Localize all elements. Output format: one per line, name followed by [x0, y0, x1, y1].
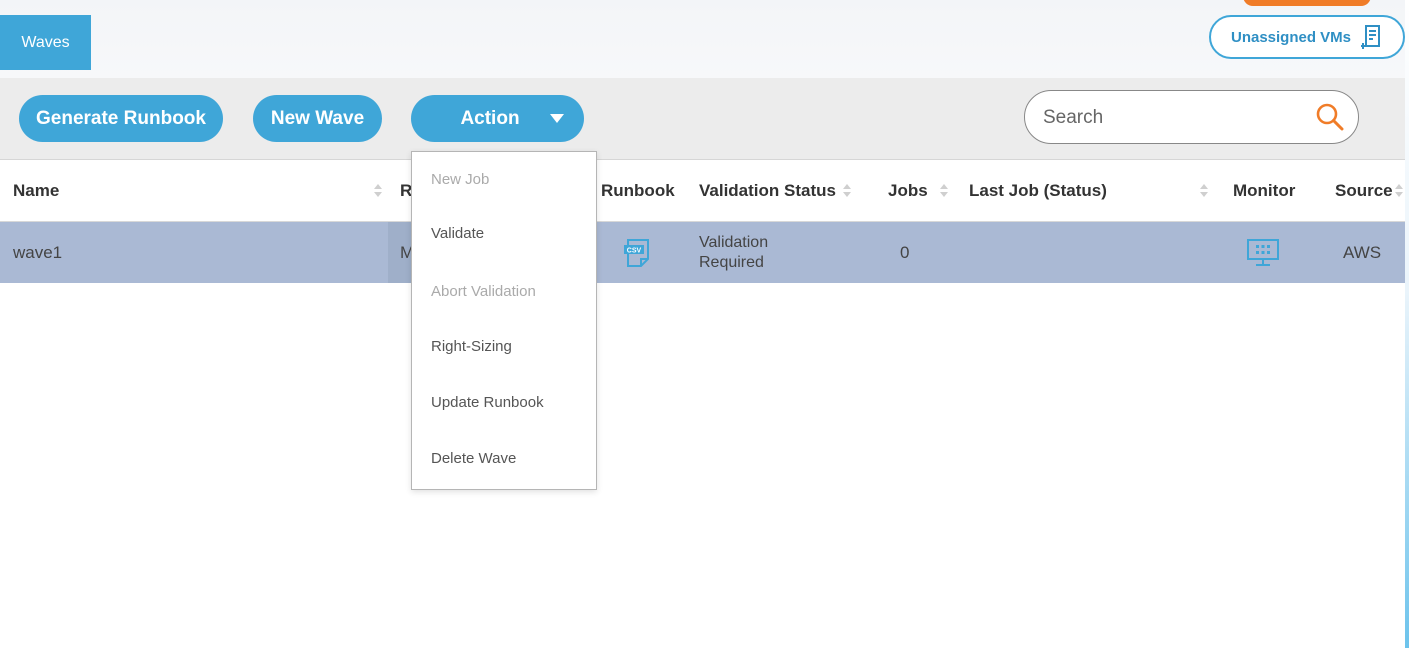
column-header-jobs-label: Jobs [888, 181, 928, 200]
action-dropdown-button[interactable]: Action [411, 95, 584, 142]
cell-monitor [1247, 222, 1279, 283]
validation-status-line1: Validation [699, 233, 769, 251]
new-wave-button[interactable]: New Wave [253, 95, 382, 142]
action-label: Action [460, 107, 520, 129]
column-header-jobs[interactable]: Jobs [888, 160, 928, 222]
column-header-runbook-label: Runbook [601, 181, 675, 200]
cell-validation-status: Validation Required [699, 222, 768, 283]
menu-item-new-job: New Job [431, 171, 490, 188]
top-strip [0, 0, 1409, 78]
column-header-last-job[interactable]: Last Job (Status) [969, 160, 1107, 222]
menu-item-abort-validation: Abort Validation [431, 283, 536, 300]
column-header-runbook[interactable]: Runbook [601, 160, 675, 222]
action-menu: New Job Validate Abort Validation Right-… [411, 151, 597, 490]
validation-status-line2: Required [699, 253, 764, 271]
menu-item-delete-wave[interactable]: Delete Wave [431, 450, 516, 467]
search-icon[interactable] [1315, 102, 1345, 132]
cell-name: wave1 [13, 242, 63, 262]
cell-runbook: CSV [622, 222, 654, 283]
monitor-icon[interactable] [1247, 238, 1279, 267]
tab-waves[interactable]: Waves [0, 15, 91, 70]
generate-runbook-label: Generate Runbook [36, 107, 206, 129]
sort-icon[interactable] [843, 184, 851, 198]
new-wave-label: New Wave [270, 107, 365, 129]
menu-item-validate[interactable]: Validate [431, 225, 484, 242]
toolbar: Generate Runbook New Wave Action [0, 78, 1405, 160]
search-box [1024, 90, 1359, 144]
csv-file-icon[interactable]: CSV [622, 237, 654, 269]
caret-down-icon [550, 114, 564, 123]
column-header-source-label: Source [1335, 181, 1393, 200]
generate-runbook-button[interactable]: Generate Runbook [19, 95, 223, 142]
tab-waves-label: Waves [21, 33, 70, 51]
column-header-source[interactable]: Source [1335, 160, 1393, 222]
column-header-validation-status[interactable]: Validation Status [699, 160, 836, 222]
sort-icon[interactable] [1395, 184, 1403, 198]
svg-text:CSV: CSV [627, 247, 642, 254]
sort-icon[interactable] [1200, 184, 1208, 198]
orange-top-button[interactable] [1243, 0, 1371, 6]
table-row[interactable]: wave1 M CSV Validation Required 0 AWS [0, 222, 1405, 283]
table-header: Name R Runbook Validation Status Jobs La… [0, 160, 1405, 222]
menu-item-update-runbook[interactable]: Update Runbook [431, 394, 544, 411]
column-header-validation-status-label: Validation Status [699, 181, 836, 200]
column-header-name-label: Name [13, 181, 60, 200]
column-header-monitor[interactable]: Monitor [1233, 160, 1295, 222]
unassigned-vms-label: Unassigned VMs [1230, 28, 1352, 46]
search-input[interactable] [1043, 103, 1313, 133]
sort-icon[interactable] [374, 184, 382, 198]
scrollbar[interactable] [1405, 0, 1409, 648]
menu-item-right-sizing[interactable]: Right-Sizing [431, 338, 512, 355]
document-assign-icon [1361, 25, 1381, 49]
sort-icon[interactable] [940, 184, 948, 198]
unassigned-vms-button[interactable]: Unassigned VMs [1209, 15, 1405, 59]
column-header-last-job-label: Last Job (Status) [969, 181, 1107, 200]
column-header-name[interactable]: Name [13, 160, 59, 222]
column-header-monitor-label: Monitor [1233, 181, 1296, 200]
cell-jobs: 0 [900, 242, 910, 262]
cell-source: AWS [1343, 242, 1382, 262]
